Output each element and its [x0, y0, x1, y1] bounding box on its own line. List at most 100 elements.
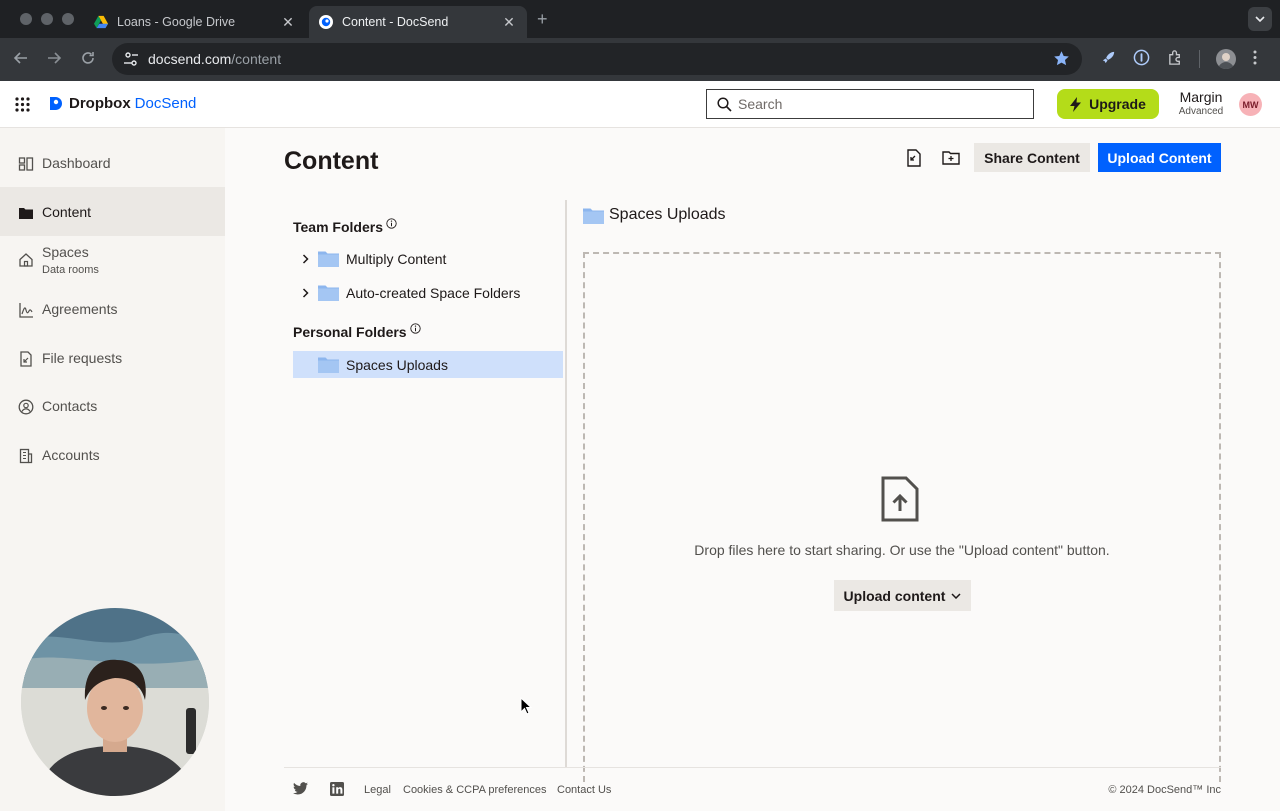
- site-settings-icon[interactable]: [122, 50, 140, 68]
- file-drop-zone[interactable]: Drop files here to start sharing. Or use…: [583, 252, 1221, 782]
- linkedin-icon[interactable]: [330, 782, 344, 796]
- search-box[interactable]: [706, 89, 1034, 119]
- folder-name: Auto-created Space Folders: [346, 284, 521, 301]
- file-request-icon: [20, 351, 32, 367]
- tab-docsend[interactable]: Content - DocSend ✕: [309, 6, 527, 38]
- reload-icon[interactable]: [80, 50, 96, 66]
- contact-icon: [18, 399, 34, 415]
- app-header: Dropbox DocSend Upgrade Margin Advanced …: [0, 81, 1280, 128]
- search-input[interactable]: [738, 96, 1018, 112]
- sidebar-item-content[interactable]: Content: [0, 187, 225, 236]
- info-icon[interactable]: [386, 218, 397, 229]
- sidebar-item-agreements[interactable]: Agreements: [0, 301, 225, 323]
- toolbar-divider: [1199, 50, 1200, 68]
- sidebar-item-file-requests[interactable]: File requests: [0, 350, 225, 372]
- folder-name: Multiply Content: [346, 250, 447, 267]
- upload-content-button[interactable]: Upload Content: [1098, 143, 1221, 172]
- sidebar-item-label: Dashboard: [42, 155, 111, 171]
- current-folder-title: Spaces Uploads: [583, 206, 726, 224]
- sidebar-item-label: File requests: [42, 350, 123, 366]
- info-icon[interactable]: [409, 323, 421, 334]
- webcam-overlay: [21, 608, 209, 796]
- signature-icon: [19, 303, 33, 318]
- more-vert-icon[interactable]: [1252, 49, 1258, 66]
- upgrade-label: Upgrade: [1089, 96, 1146, 112]
- rocket-extension-icon[interactable]: [1100, 49, 1117, 66]
- upload-content-label: Upload content: [843, 587, 946, 604]
- tab-title: Content - DocSend: [342, 15, 449, 29]
- folder-name: Spaces Uploads: [346, 356, 448, 373]
- footer-link-legal[interactable]: Legal: [364, 784, 391, 796]
- brand-primary: Dropbox: [69, 95, 131, 112]
- tree-folder-multiply-content[interactable]: Multiply Content: [293, 245, 563, 272]
- footer-copyright: © 2024 DocSend™ Inc: [1108, 784, 1221, 796]
- docsend-icon: [319, 15, 333, 29]
- account-name: Margin: [1179, 89, 1223, 105]
- personal-folders-heading: Personal Folders: [293, 323, 421, 340]
- sidebar-item-label: Accounts: [42, 447, 100, 463]
- tab-google-drive[interactable]: Loans - Google Drive ✕: [84, 6, 306, 38]
- profile-avatar[interactable]: [1216, 49, 1236, 69]
- folder-icon: [318, 357, 339, 373]
- upload-content-dropdown-button[interactable]: Upload content: [834, 580, 971, 611]
- chevron-right-icon[interactable]: [297, 253, 313, 264]
- search-icon: [717, 96, 732, 112]
- folder-icon: [318, 285, 339, 301]
- sidebar-item-spaces[interactable]: Spaces Data rooms: [0, 244, 225, 284]
- google-drive-icon: [94, 15, 108, 29]
- upgrade-button[interactable]: Upgrade: [1057, 89, 1159, 119]
- new-tab-icon[interactable]: +: [537, 9, 548, 30]
- home-icon: [19, 253, 33, 267]
- footer-link-contact[interactable]: Contact Us: [557, 784, 611, 796]
- sidebar-item-label: Spaces: [42, 244, 89, 260]
- team-folders-heading: Team Folders: [293, 218, 397, 235]
- import-file-icon[interactable]: [904, 148, 924, 168]
- app-switcher-icon[interactable]: [15, 97, 30, 112]
- dropbox-docsend-logo[interactable]: Dropbox DocSend: [48, 95, 196, 112]
- forward-icon[interactable]: [46, 50, 62, 66]
- address-bar[interactable]: docsend.com/content: [112, 43, 1082, 75]
- chevron-right-icon[interactable]: [297, 287, 313, 298]
- close-tab-icon[interactable]: ✕: [280, 14, 296, 31]
- minimize-window-button[interactable]: [41, 13, 53, 25]
- brand-secondary: DocSend: [134, 95, 197, 112]
- window-controls: [20, 13, 74, 25]
- footer-link-cookies[interactable]: Cookies & CCPA preferences: [403, 784, 546, 796]
- current-folder-name: Spaces Uploads: [609, 206, 726, 223]
- folder-icon: [583, 208, 604, 224]
- browser-tab-bar: Loans - Google Drive ✕ Content - DocSend…: [0, 0, 1280, 38]
- presenter-video-image: [21, 608, 209, 796]
- sidebar-item-contacts[interactable]: Contacts: [0, 398, 225, 420]
- folder-icon: [318, 251, 339, 267]
- sidebar-item-label: Content: [42, 204, 92, 220]
- folder-icon: [19, 208, 33, 219]
- back-icon[interactable]: [13, 50, 29, 66]
- folder-tree: Team Folders Multiply Content Auto-creat…: [284, 200, 567, 767]
- building-icon: [19, 448, 33, 464]
- sidebar-item-label: Agreements: [42, 301, 118, 317]
- footer-divider: [284, 767, 1221, 768]
- sidebar-item-accounts[interactable]: Accounts: [0, 447, 225, 469]
- close-tab-icon[interactable]: ✕: [501, 14, 517, 31]
- page-title: Content: [284, 147, 379, 175]
- new-folder-icon[interactable]: [941, 148, 961, 168]
- close-window-button[interactable]: [20, 13, 32, 25]
- sidebar-item-sublabel: Data rooms: [42, 264, 99, 276]
- account-plan: Advanced: [1178, 106, 1224, 117]
- avatar[interactable]: MW: [1239, 93, 1262, 116]
- account-menu[interactable]: Margin Advanced: [1172, 89, 1230, 117]
- password-manager-icon[interactable]: [1133, 49, 1150, 66]
- maximize-window-button[interactable]: [62, 13, 74, 25]
- url-text: docsend.com/content: [148, 51, 282, 67]
- tree-folder-auto-created-space-folders[interactable]: Auto-created Space Folders: [293, 279, 563, 306]
- twitter-icon[interactable]: [293, 782, 308, 795]
- mouse-cursor-icon: [520, 697, 532, 715]
- sidebar-item-dashboard[interactable]: Dashboard: [0, 155, 225, 177]
- extensions-icon[interactable]: [1167, 49, 1184, 66]
- share-content-button[interactable]: Share Content: [974, 143, 1090, 172]
- tab-title: Loans - Google Drive: [117, 15, 236, 29]
- bookmark-star-icon[interactable]: [1053, 50, 1070, 67]
- lightning-icon: [1070, 96, 1082, 112]
- tab-search-button[interactable]: [1248, 7, 1272, 31]
- tree-folder-spaces-uploads[interactable]: Spaces Uploads: [293, 351, 563, 378]
